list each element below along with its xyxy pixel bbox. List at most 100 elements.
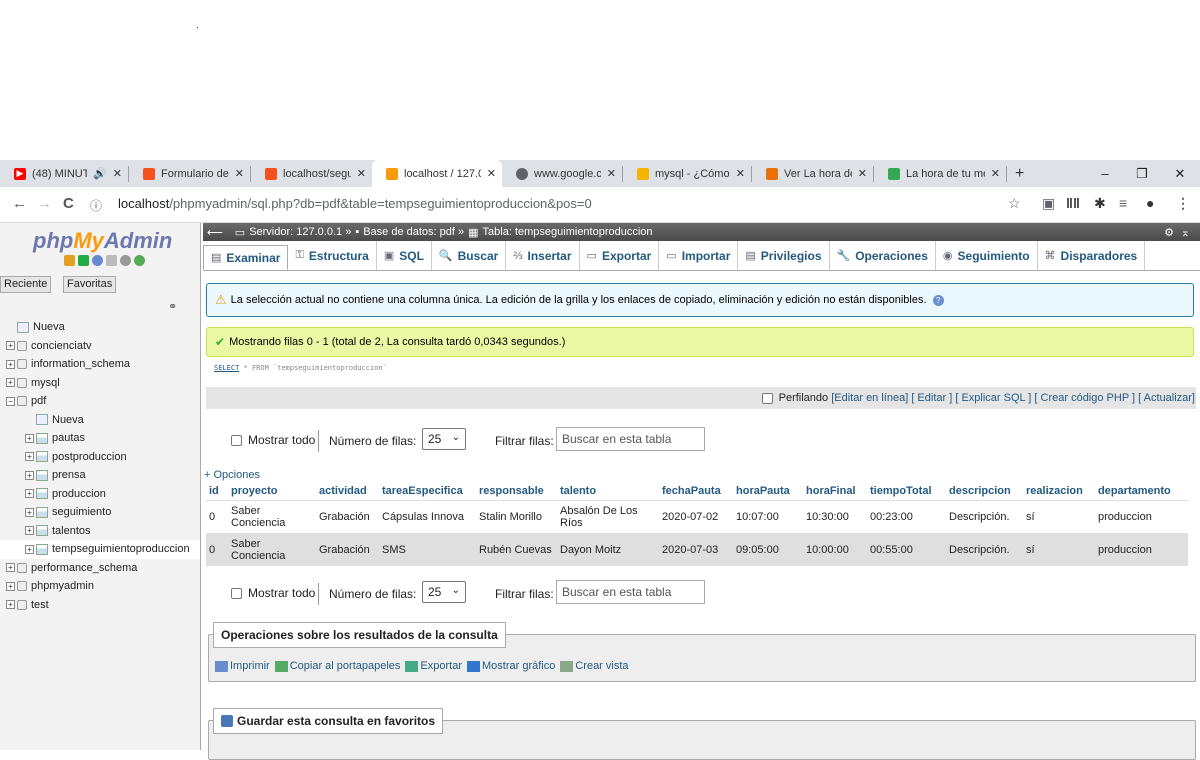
expand-icon[interactable]: + <box>25 489 34 499</box>
browser-tab[interactable]: localhost/seguim ✕ <box>251 160 372 187</box>
puzzle-icon[interactable]: ✱ <box>1094 195 1106 212</box>
browser-tab[interactable]: www.google.com ✕ <box>502 160 622 187</box>
breadcrumb-database[interactable]: Base de datos: pdf » <box>363 226 464 238</box>
expand-icon[interactable]: + <box>25 452 34 462</box>
tab-sql[interactable]: ▣ SQL <box>377 241 432 270</box>
browser-tab[interactable]: Ver La hora de tu ✕ <box>752 160 873 187</box>
filter-rows-input[interactable]: Buscar en esta tabla <box>556 580 705 604</box>
column-header[interactable]: actividad <box>316 482 379 501</box>
table-row[interactable]: 0 Saber Conciencia Grabación SMS Rubén Cueva… <box>206 533 1188 566</box>
phpmyadmin-logo[interactable]: phpMyAdmin <box>33 228 172 254</box>
tab-privilegios[interactable]: ▤ Privilegios <box>738 241 830 270</box>
tab-importar[interactable]: ▭ Importar <box>659 241 739 270</box>
tree-item-pautas[interactable]: + pautas <box>0 429 200 448</box>
forward-button[interactable]: → <box>37 195 52 212</box>
menu-icon[interactable]: ⋮ <box>1176 195 1190 212</box>
expand-icon[interactable]: + <box>25 470 34 480</box>
link-panels-icon[interactable]: ⚭ <box>168 300 177 313</box>
browser-tab[interactable]: mysql - ¿Cómo p ✕ <box>623 160 751 187</box>
close-tab-icon[interactable]: ✕ <box>736 167 745 180</box>
tree-item-Nueva[interactable]: Nueva <box>0 318 200 337</box>
column-header[interactable]: horaFinal <box>803 482 867 501</box>
tab-examinar[interactable]: ▤ Examinar <box>203 245 289 270</box>
close-tab-icon[interactable]: ✕ <box>113 167 122 180</box>
tree-item-prensa[interactable]: + prensa <box>0 466 200 485</box>
new-tab-button[interactable]: + <box>1007 160 1037 187</box>
export-link[interactable]: Exportar <box>405 660 462 672</box>
home-icon[interactable] <box>64 255 75 266</box>
reload-nav-icon[interactable] <box>134 255 145 266</box>
close-tab-icon[interactable]: ✕ <box>991 167 1000 180</box>
rows-select[interactable]: 25 ⌄ <box>422 428 466 450</box>
tree-item-talentos[interactable]: + talentos <box>0 522 200 541</box>
settings-gear-icon[interactable]: ⚙ <box>1164 226 1174 239</box>
close-tab-icon[interactable]: ✕ <box>235 167 244 180</box>
expand-icon[interactable]: + <box>25 526 34 536</box>
column-header[interactable]: fechaPauta <box>659 482 733 501</box>
tree-item-mysql[interactable]: + mysql <box>0 374 200 393</box>
tab-exportar[interactable]: ▭ Exportar <box>580 241 660 270</box>
close-tab-icon[interactable]: ✕ <box>487 167 496 180</box>
help-icon[interactable] <box>92 255 103 266</box>
tree-item-Nueva[interactable]: +Nueva <box>0 411 200 430</box>
minimize-panel-icon[interactable]: ⌅ <box>1181 226 1190 239</box>
tree-item-test[interactable]: + test <box>0 596 200 615</box>
browser-tab[interactable]: Formulario de Su ✕ <box>129 160 250 187</box>
expand-icon[interactable]: + <box>6 600 15 610</box>
query-action-links[interactable]: [Editar en línea] [ Editar ] [ Explicar … <box>831 392 1195 404</box>
expand-icon[interactable]: + <box>6 378 15 388</box>
print-link[interactable]: Imprimir <box>215 660 270 672</box>
extension-icon[interactable]: ▣ <box>1042 195 1055 212</box>
site-info-icon[interactable]: ⓘ <box>90 197 102 214</box>
tree-item-performance_schema[interactable]: + performance_schema <box>0 559 200 578</box>
expand-icon[interactable]: + <box>6 341 15 351</box>
tree-item-seguimiento[interactable]: + seguimiento <box>0 503 200 522</box>
collapse-icon[interactable]: ⟵ <box>207 226 223 239</box>
rows-select[interactable]: 25 ⌄ <box>422 581 466 603</box>
expand-icon[interactable]: + <box>25 544 34 554</box>
column-header[interactable]: departamento <box>1095 482 1188 501</box>
browser-tab[interactable]: ▶ (48) MINUTO 🔊 ✕ <box>0 160 128 187</box>
profile-avatar[interactable]: ● <box>1146 195 1154 211</box>
profiling-checkbox[interactable] <box>761 392 773 404</box>
expand-icon[interactable]: + <box>6 563 15 573</box>
maximize-button[interactable]: ❐ <box>1122 160 1162 187</box>
help-icon[interactable]: ? <box>932 294 944 306</box>
column-header[interactable]: responsable <box>476 482 557 501</box>
options-toggle[interactable]: + Opciones <box>204 469 260 481</box>
filter-rows-input[interactable]: Buscar en esta tabla <box>556 427 705 451</box>
column-header[interactable]: id <box>206 482 228 501</box>
column-header[interactable]: talento <box>557 482 659 501</box>
breadcrumb-table[interactable]: Tabla: tempseguimientoproduccion <box>483 226 653 238</box>
tree-item-postproduccion[interactable]: + postproduccion <box>0 448 200 467</box>
tab-estructura[interactable]: ⚿ Estructura <box>288 241 377 270</box>
column-header[interactable]: realizacion <box>1023 482 1095 501</box>
show-all-checkbox[interactable] <box>231 434 242 446</box>
column-header[interactable]: descripcion <box>946 482 1023 501</box>
tree-item-produccion[interactable]: + produccion <box>0 485 200 504</box>
column-header[interactable]: horaPauta <box>733 482 803 501</box>
settings-icon[interactable] <box>120 255 131 266</box>
tab-buscar[interactable]: 🔍 Buscar <box>432 241 507 270</box>
close-tab-icon[interactable]: ✕ <box>357 167 366 180</box>
show-all-checkbox[interactable] <box>231 587 242 599</box>
tab-disparadores[interactable]: ⌘ Disparadores <box>1038 241 1146 270</box>
chart-link[interactable]: Mostrar gráfico <box>466 660 555 672</box>
tab-recent[interactable]: Reciente <box>0 276 52 293</box>
expand-icon[interactable]: + <box>6 581 15 591</box>
tree-item-information_schema[interactable]: + information_schema <box>0 355 200 374</box>
view-link[interactable]: Crear vista <box>560 660 629 672</box>
docs-icon[interactable] <box>106 255 117 266</box>
minimize-button[interactable]: – <box>1085 160 1125 187</box>
expand-icon[interactable]: + <box>6 359 15 369</box>
tree-item-pdf[interactable]: − pdf <box>0 392 200 411</box>
table-row[interactable]: 0 Saber Conciencia Grabación Cápsulas Innov… <box>206 500 1188 533</box>
column-header[interactable]: proyecto <box>228 482 316 501</box>
tree-item-concienciatv[interactable]: + concienciatv <box>0 337 200 356</box>
tab-insertar[interactable]: ⅔ Insertar <box>506 241 580 270</box>
equalizer-icon[interactable]: ǁǁ <box>1066 195 1080 211</box>
back-button[interactable]: ← <box>12 195 27 212</box>
copy-link[interactable]: Copiar al portapapeles <box>274 660 400 672</box>
column-header[interactable]: tiempoTotal <box>867 482 946 501</box>
expand-icon[interactable]: + <box>25 507 34 517</box>
